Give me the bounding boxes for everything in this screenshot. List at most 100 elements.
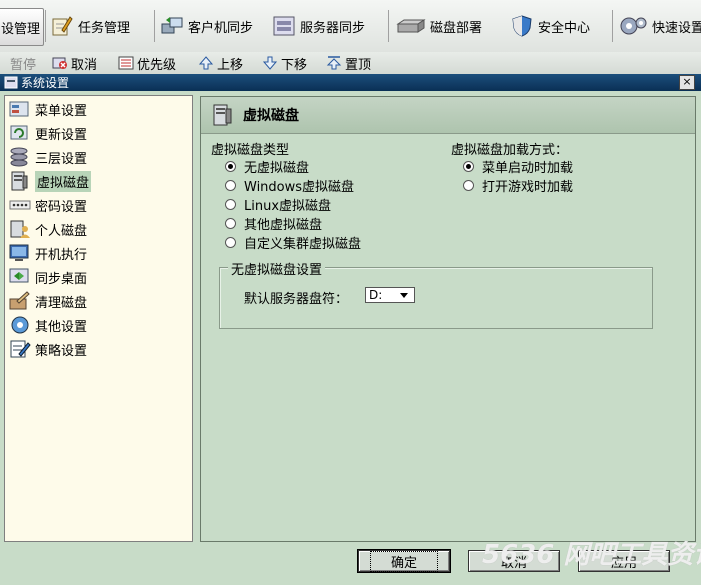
- radio-button[interactable]: [225, 161, 236, 172]
- arrow-down-icon: [262, 55, 278, 71]
- shield-icon: [510, 14, 534, 38]
- radio-load-on-game-open[interactable]: 打开游戏时加载: [463, 176, 573, 195]
- toolbar-item-disk-deploy[interactable]: 磁盘部署: [396, 8, 482, 44]
- pencil-notepad-icon: [50, 14, 74, 38]
- password-icon: [9, 195, 31, 215]
- radio-button[interactable]: [225, 180, 236, 191]
- menu-settings-icon: [9, 99, 31, 119]
- disk-drive-icon: [396, 14, 426, 38]
- ok-button[interactable]: 确定: [357, 549, 451, 573]
- nav-item-policy-settings[interactable]: 策略设置: [9, 338, 87, 360]
- cancel-task-button[interactable]: 取消: [52, 55, 97, 73]
- panel-header: 虚拟磁盘: [201, 97, 695, 134]
- priority-label: 优先级: [137, 57, 177, 73]
- close-button[interactable]: ×: [679, 75, 695, 90]
- radio-button[interactable]: [463, 180, 474, 191]
- toolbar-label: 客户机同步: [188, 20, 254, 36]
- radio-load-on-menu-start[interactable]: 菜单启动时加载: [463, 157, 573, 176]
- radio-label: 菜单启动时加载: [482, 161, 574, 176]
- nav-item-menu-settings[interactable]: 菜单设置: [9, 98, 87, 120]
- radio-custom-cluster-virtual-disk[interactable]: 自定义集群虚拟磁盘: [225, 233, 361, 252]
- nav-label: 三层设置: [35, 151, 88, 167]
- radio-label: 自定义集群虚拟磁盘: [244, 237, 362, 252]
- nav-item-other-settings[interactable]: 其他设置: [9, 314, 87, 336]
- radio-button[interactable]: [225, 218, 236, 229]
- main-toolbar: 设管理 任务管理 客户机同步 服务器同步 磁盘部署 安全中心 快速设置: [0, 0, 701, 53]
- radio-linux-virtual-disk[interactable]: Linux虚拟磁盘: [225, 195, 331, 214]
- toolbar-divider: [45, 10, 46, 42]
- radio-button[interactable]: [225, 199, 236, 210]
- apply-button[interactable]: 应用: [578, 550, 670, 572]
- nav-item-update-settings[interactable]: 更新设置: [9, 122, 87, 144]
- radio-label: 其他虚拟磁盘: [244, 218, 323, 233]
- clean-disk-icon: [9, 291, 31, 311]
- no-virtual-disk-settings-group: 无虚拟磁盘设置 默认服务器盘符： D:: [219, 259, 653, 329]
- priority-button[interactable]: 优先级: [118, 55, 177, 73]
- move-down-label: 下移: [281, 57, 308, 73]
- radio-no-virtual-disk[interactable]: 无虚拟磁盘: [225, 157, 309, 176]
- settings-window-icon: [4, 76, 18, 89]
- load-mode-group-label: 虚拟磁盘加载方式：: [451, 143, 569, 158]
- nav-label: 清理磁盘: [35, 295, 88, 311]
- other-settings-icon: [9, 315, 31, 335]
- nav-label: 开机执行: [35, 247, 88, 263]
- pause-button[interactable]: 暂停: [10, 55, 37, 73]
- nav-item-personal-disk[interactable]: 个人磁盘: [9, 218, 87, 240]
- nav-label: 更新设置: [35, 127, 88, 143]
- move-up-button[interactable]: 上移: [198, 55, 244, 73]
- default-drive-select[interactable]: D:: [365, 287, 415, 303]
- nav-label: 虚拟磁盘: [35, 170, 92, 192]
- virtual-disk-icon: [9, 171, 31, 191]
- toolbar-label: 安全中心: [538, 20, 591, 36]
- pause-label: 暂停: [10, 57, 37, 73]
- nav-label: 策略设置: [35, 343, 88, 359]
- nav-label: 密码设置: [35, 199, 88, 215]
- move-down-button[interactable]: 下移: [262, 55, 308, 73]
- task-subtoolbar: 暂停 取消 优先级 上移 下移 置顶: [0, 52, 701, 75]
- nav-item-virtual-disk[interactable]: 虚拟磁盘: [9, 170, 92, 192]
- nav-item-three-tier[interactable]: 三层设置: [9, 146, 87, 168]
- arrow-up-icon: [198, 55, 214, 71]
- to-top-button[interactable]: 置顶: [326, 55, 372, 73]
- dialog-titlebar: 系统设置 ×: [0, 74, 701, 91]
- toolbar-label: 设管理: [1, 21, 41, 37]
- cancel-button[interactable]: 取消: [468, 550, 560, 572]
- nav-label: 同步桌面: [35, 271, 88, 287]
- radio-label: 无虚拟磁盘: [244, 161, 310, 176]
- toolbar-divider: [388, 10, 389, 42]
- radio-label: Linux虚拟磁盘: [244, 199, 332, 214]
- gears-icon: [618, 14, 648, 38]
- virtual-disk-icon: [211, 103, 235, 127]
- radio-button[interactable]: [463, 161, 474, 172]
- radio-windows-virtual-disk[interactable]: Windows虚拟磁盘: [225, 176, 354, 195]
- cancel-label: 取消: [500, 555, 527, 571]
- cancel-icon: [52, 55, 68, 71]
- radio-button[interactable]: [225, 237, 236, 248]
- toolbar-item-quick-settings[interactable]: 快速设置: [618, 8, 701, 44]
- nav-item-sync-desktop[interactable]: 同步桌面: [9, 266, 87, 288]
- server-sync-icon: [272, 14, 296, 38]
- toolbar-label: 磁盘部署: [430, 20, 483, 36]
- radio-label: Windows虚拟磁盘: [244, 180, 355, 195]
- toolbar-item-security-center[interactable]: 安全中心: [510, 8, 590, 44]
- nav-label: 其他设置: [35, 319, 88, 335]
- to-top-label: 置顶: [345, 57, 372, 73]
- nav-item-startup-run[interactable]: 开机执行: [9, 242, 87, 264]
- settings-nav: 菜单设置 更新设置 三层设置 虚拟磁盘 密码设置 个人磁盘 开机执行 同步桌面 …: [4, 95, 193, 542]
- client-sync-icon: [160, 14, 184, 38]
- move-up-label: 上移: [217, 57, 244, 73]
- nav-item-clean-disk[interactable]: 清理磁盘: [9, 290, 87, 312]
- toolbar-item-client-sync[interactable]: 客户机同步: [160, 8, 253, 44]
- nav-label: 菜单设置: [35, 103, 88, 119]
- apply-label: 应用: [610, 555, 637, 571]
- virtual-disk-panel: 虚拟磁盘 虚拟磁盘类型 无虚拟磁盘 Windows虚拟磁盘 Linux虚拟磁盘 …: [200, 96, 696, 542]
- toolbar-item-task-management[interactable]: 任务管理: [50, 8, 130, 44]
- dialog-title: 系统设置: [21, 76, 70, 90]
- nav-item-password-settings[interactable]: 密码设置: [9, 194, 87, 216]
- toolbar-divider: [154, 10, 155, 42]
- policy-icon: [9, 339, 31, 359]
- default-drive-label: 默认服务器盘符：: [244, 292, 349, 307]
- radio-other-virtual-disk[interactable]: 其他虚拟磁盘: [225, 214, 322, 233]
- toolbar-item-server-sync[interactable]: 服务器同步: [272, 8, 365, 44]
- toolbar-item-manage[interactable]: 设管理: [0, 8, 44, 46]
